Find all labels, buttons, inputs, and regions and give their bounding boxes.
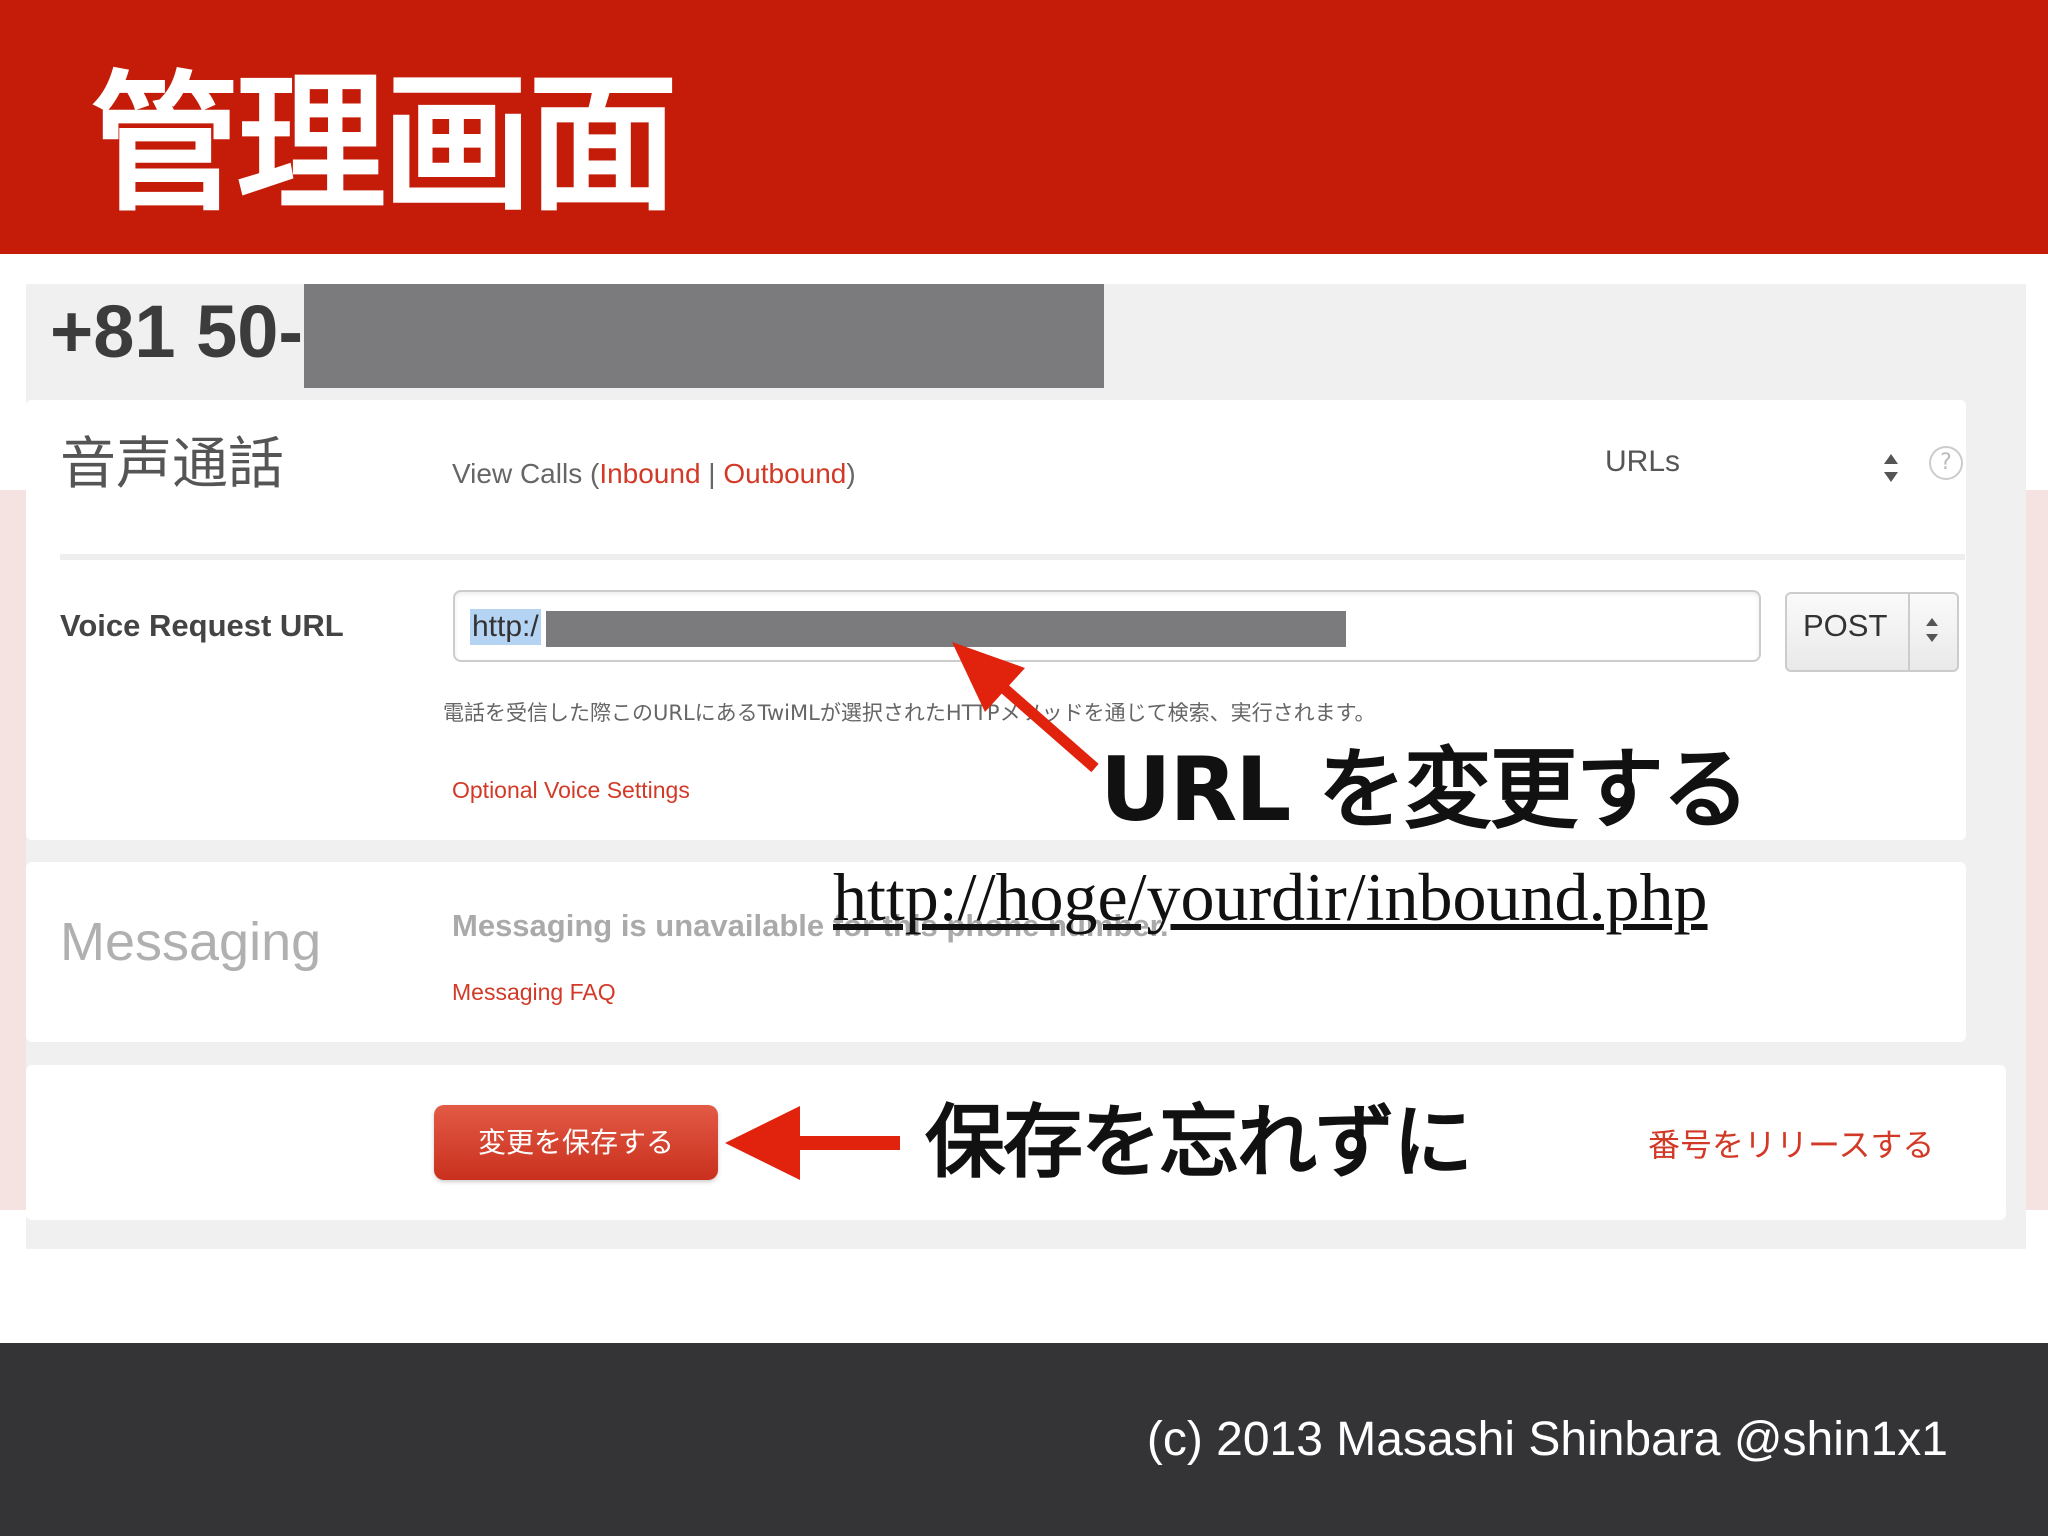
slide-credit: (c) 2013 Masashi Shinbara @shin1x1 — [1146, 1413, 1948, 1466]
voice-url-help-text: 電話を受信した際このURLにあるTwiMLが選択されたHTTPメソッドを通じて検… — [443, 701, 1376, 725]
section-divider — [60, 554, 1965, 560]
view-calls-suffix: ) — [846, 458, 856, 489]
annotation-dont-forget-save: 保存を忘れずに — [925, 1096, 1473, 1189]
messaging-faq-link[interactable]: Messaging FAQ — [452, 977, 616, 1007]
release-number-link[interactable]: 番号をリリースする — [1648, 1125, 1934, 1165]
annotation-example-url: http://hoge/yourdir/inbound.php — [833, 859, 1708, 935]
view-calls-separator: | — [700, 458, 724, 489]
side-accent-right — [2026, 490, 2048, 1210]
select-separator — [1908, 594, 1910, 670]
select-updown-icon[interactable] — [1922, 612, 1942, 648]
help-icon[interactable]: ? — [1929, 446, 1963, 480]
http-method-value[interactable]: POST — [1803, 606, 1887, 646]
redacted-url — [546, 611, 1346, 647]
messaging-section-title: Messaging — [60, 912, 322, 972]
view-calls-prefix: View Calls ( — [452, 458, 600, 489]
voice-section-title: 音声通話 — [60, 432, 284, 497]
inbound-calls-link[interactable]: Inbound — [599, 458, 700, 489]
sort-updown-icon[interactable] — [1880, 450, 1902, 486]
optional-voice-settings-link[interactable]: Optional Voice Settings — [452, 775, 690, 805]
side-accent-left — [0, 490, 26, 1210]
view-calls-links: View Calls (Inbound | Outbound) — [452, 456, 856, 492]
slide-title: 管理画面 — [90, 58, 678, 232]
phone-number-heading: +81 50- — [50, 290, 304, 373]
redacted-phone-digits — [304, 284, 1104, 388]
urls-select-label[interactable]: URLs — [1605, 444, 1680, 480]
annotation-change-url: URL を変更する — [1100, 738, 1750, 841]
outbound-calls-link[interactable]: Outbound — [723, 458, 846, 489]
save-changes-button[interactable]: 変更を保存する — [434, 1105, 718, 1180]
voice-request-url-value[interactable]: http:/ — [470, 609, 541, 645]
voice-request-url-label: Voice Request URL — [60, 608, 344, 643]
